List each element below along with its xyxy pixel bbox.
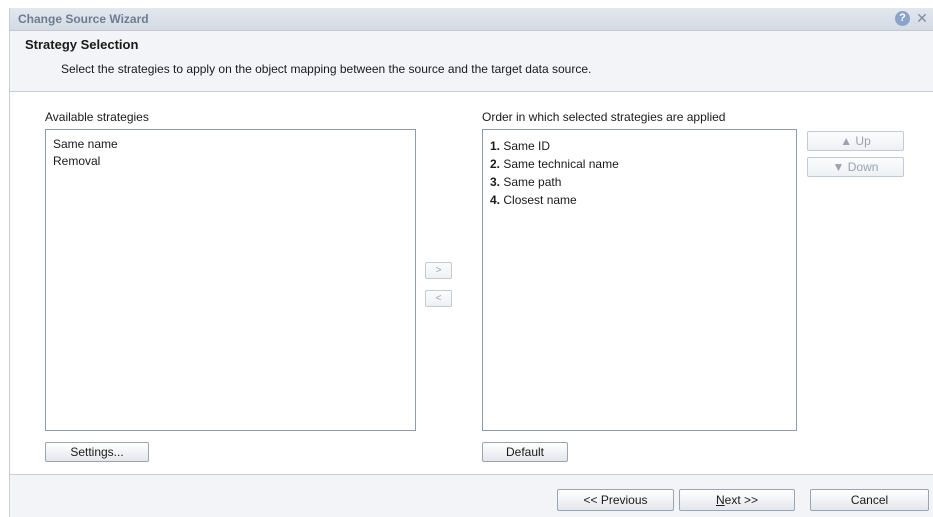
item-number: 2.	[490, 157, 501, 171]
item-text: Same technical name	[503, 157, 619, 171]
selected-strategies-label: Order in which selected strategies are a…	[482, 110, 726, 124]
title-bar: Change Source Wizard ? ✕	[10, 8, 933, 31]
add-strategy-button[interactable]: >	[425, 262, 452, 279]
list-item[interactable]: 3. Same path	[490, 175, 561, 189]
list-item[interactable]: 1. Same ID	[490, 139, 550, 153]
list-item[interactable]: 2. Same technical name	[490, 157, 619, 171]
wizard-header: Strategy Selection Select the strategies…	[10, 31, 933, 92]
item-number: 1.	[490, 139, 501, 153]
list-item[interactable]: Same name	[53, 137, 118, 151]
move-down-button[interactable]: ▼ Down	[807, 157, 904, 177]
cancel-button[interactable]: Cancel	[810, 489, 929, 511]
help-icon[interactable]: ?	[895, 11, 910, 26]
close-icon[interactable]: ✕	[915, 10, 929, 26]
previous-button[interactable]: << Previous	[557, 489, 674, 511]
item-number: 4.	[490, 193, 501, 207]
window-title: Change Source Wizard	[18, 12, 149, 26]
page-title: Strategy Selection	[25, 37, 139, 52]
list-item[interactable]: Removal	[53, 154, 100, 168]
available-strategies-list[interactable]: Same name Removal	[45, 129, 416, 431]
item-text: Same ID	[503, 139, 551, 153]
page-description: Select the strategies to apply on the ob…	[61, 62, 592, 76]
item-text: Closest name	[503, 193, 577, 207]
selected-strategies-list[interactable]: 1. Same ID 2. Same technical name 3. Sam…	[482, 129, 797, 431]
settings-button[interactable]: Settings...	[45, 442, 149, 462]
change-source-wizard-dialog: Change Source Wizard ? ✕ Strategy Select…	[9, 8, 933, 517]
next-label: ext >>	[724, 493, 759, 507]
item-text: Same path	[503, 175, 562, 189]
next-mnemonic: N	[715, 493, 725, 507]
move-up-button[interactable]: ▲ Up	[807, 131, 904, 151]
item-number: 3.	[490, 175, 501, 189]
remove-strategy-button[interactable]: <	[425, 290, 452, 307]
list-item[interactable]: 4. Closest name	[490, 193, 577, 207]
default-button[interactable]: Default	[482, 442, 568, 462]
next-button[interactable]: Next >>	[679, 489, 795, 511]
available-strategies-label: Available strategies	[45, 110, 149, 124]
